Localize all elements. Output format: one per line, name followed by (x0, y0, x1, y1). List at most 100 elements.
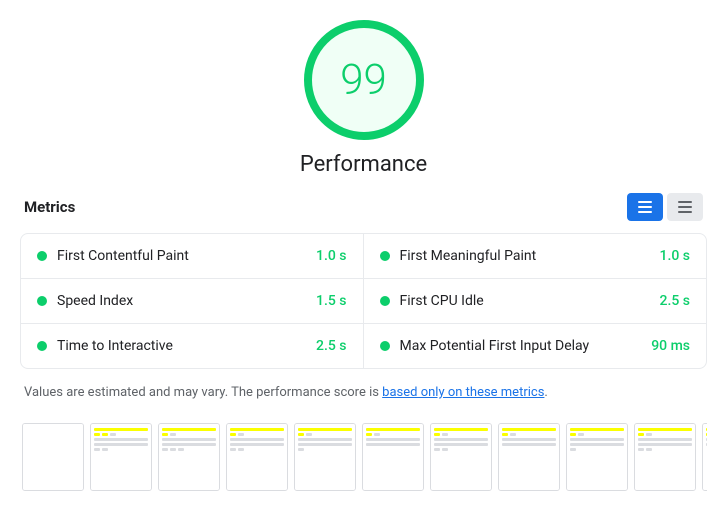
metric-dot-fmp (380, 251, 390, 261)
frame-dot (578, 433, 584, 436)
frame-content-1 (91, 424, 151, 490)
filmstrip-frame-5 (362, 423, 424, 491)
metric-name-si: Speed Index (57, 293, 308, 309)
metric-dot-si (37, 296, 47, 306)
frame-line (230, 443, 284, 446)
frame-line (706, 438, 707, 441)
frame-dot (230, 448, 236, 451)
filmstrip-frame-1 (90, 423, 152, 491)
metric-dot-tti (37, 341, 47, 351)
frame-line (230, 438, 284, 441)
frame-dot (94, 448, 100, 451)
frame-dot (170, 433, 176, 436)
metric-name-fci: First CPU Idle (400, 293, 652, 309)
frame-dot (434, 448, 440, 451)
frame-line (502, 428, 556, 431)
frame-content-7 (499, 424, 559, 490)
metric-name-tti: Time to Interactive (57, 338, 308, 354)
filmstrip (20, 419, 707, 495)
frame-dot (638, 433, 644, 436)
frame-dot-row (366, 433, 420, 436)
frame-content-10 (703, 424, 707, 490)
frame-line (570, 428, 624, 431)
metric-row-tti: Time to Interactive 2.5 s (21, 324, 364, 368)
note-link[interactable]: based only on these metrics (382, 385, 544, 400)
filmstrip-frame-7 (498, 423, 560, 491)
metric-value-si: 1.5 s (316, 293, 347, 309)
frame-line (434, 443, 488, 446)
frame-dot-row (298, 448, 352, 451)
frame-dot-row (570, 433, 624, 436)
frame-dot-row (638, 433, 692, 436)
frame-dot-row (502, 433, 556, 436)
frame-content-3 (227, 424, 287, 490)
metrics-header: Metrics (20, 193, 707, 221)
frame-dot-row (94, 433, 148, 436)
frame-line (94, 428, 148, 431)
frame-dot (162, 448, 168, 451)
metric-row-fci: First CPU Idle 2.5 s (364, 279, 707, 324)
frame-dot (94, 433, 100, 436)
frame-line (298, 438, 352, 441)
frame-line (502, 438, 556, 441)
metric-row-mpfid: Max Potential First Input Delay 90 ms (364, 324, 707, 368)
frame-blank (23, 424, 83, 490)
frame-dot (638, 448, 644, 451)
grid-icon (678, 201, 692, 213)
metric-value-mpfid: 90 ms (651, 338, 690, 354)
filmstrip-frame-2 (158, 423, 220, 491)
frame-dot-row (570, 448, 624, 451)
frame-line (162, 428, 216, 431)
frame-line (298, 428, 352, 431)
frame-line (366, 438, 420, 441)
note-text: Values are estimated and may vary. The p… (20, 383, 707, 403)
frame-line (570, 443, 624, 446)
metric-value-fci: 2.5 s (660, 293, 691, 309)
score-label: Performance (300, 152, 427, 177)
frame-dot (238, 433, 244, 436)
frame-line (162, 443, 216, 446)
frame-dot (306, 433, 312, 436)
frame-dot (102, 448, 108, 451)
frame-dot (298, 448, 304, 451)
frame-content-2 (159, 424, 219, 490)
score-section: 99 Performance (20, 20, 707, 177)
metric-value-tti: 2.5 s (316, 338, 347, 354)
frame-dot (502, 433, 508, 436)
frame-content-5 (363, 424, 423, 490)
frame-dot (170, 448, 176, 451)
metric-name-fcp: First Contentful Paint (57, 248, 308, 264)
frame-line (502, 443, 556, 446)
frame-content-8 (567, 424, 627, 490)
frame-dot (162, 433, 168, 436)
frame-dot (178, 448, 184, 451)
note-after: . (544, 385, 547, 400)
frame-dot (374, 433, 380, 436)
frame-dot (238, 448, 244, 451)
frame-line (706, 428, 707, 431)
frame-dot (646, 433, 652, 436)
metric-dot-mpfid (380, 341, 390, 351)
frame-dot-row (434, 433, 488, 436)
frame-line (638, 438, 692, 441)
frame-line (638, 428, 692, 431)
frame-line (230, 428, 284, 431)
frame-dot-row (434, 448, 488, 451)
frame-dot-row (298, 433, 352, 436)
metrics-title: Metrics (24, 198, 75, 216)
frame-dot (706, 433, 707, 436)
frame-dot (510, 433, 516, 436)
frame-dot (646, 448, 652, 451)
metric-dot-fcp (37, 251, 47, 261)
frame-line (638, 443, 692, 446)
frame-line (162, 438, 216, 441)
frame-dot (570, 448, 576, 451)
list-view-button[interactable] (627, 193, 663, 221)
note-before: Values are estimated and may vary. The p… (24, 385, 382, 400)
grid-view-button[interactable] (667, 193, 703, 221)
frame-dot (434, 433, 440, 436)
frame-line (366, 428, 420, 431)
list-icon (638, 201, 652, 213)
frame-dot (230, 433, 236, 436)
filmstrip-frame-0 (22, 423, 84, 491)
